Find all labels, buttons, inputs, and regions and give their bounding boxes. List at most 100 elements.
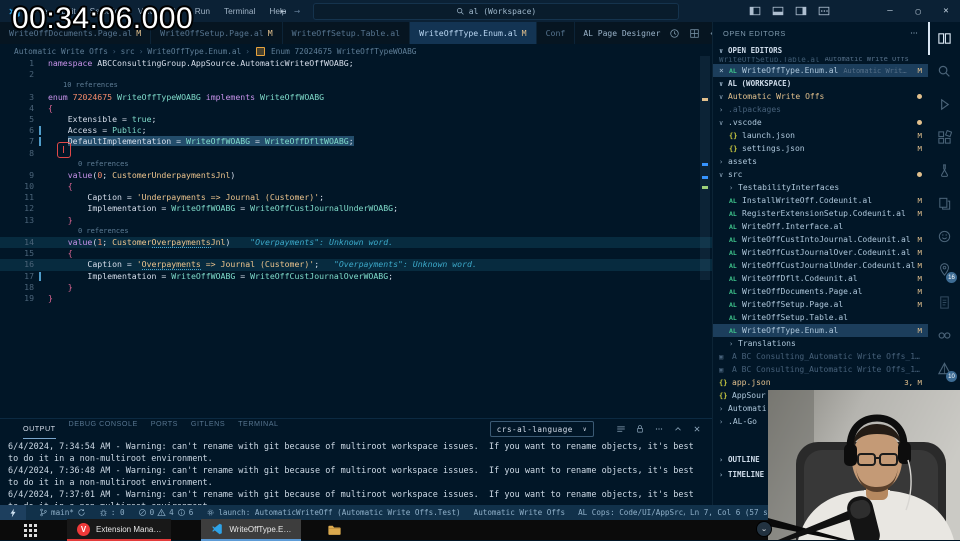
tab-Conf[interactable]: Conf: [536, 22, 576, 44]
account-extension-icon[interactable]: [928, 220, 960, 253]
tree-item-translations[interactable]: › Translations: [713, 337, 929, 350]
tree-item--alpackages[interactable]: › .alpackages: [713, 103, 929, 116]
breadcrumb-file[interactable]: WriteOffType.Enum.al: [147, 47, 241, 56]
al-page-designer-button[interactable]: AL Page Designer: [583, 29, 660, 38]
tab-WriteOffSetup.Table.al[interactable]: WriteOffSetup.Table.al: [282, 22, 411, 44]
tree-item-writeoff-interface-al[interactable]: AL WriteOff.Interface.al: [713, 220, 929, 233]
code-line[interactable]: 8: [0, 148, 712, 159]
panel-tab-ports[interactable]: PORTS: [151, 419, 178, 439]
tree-item-src[interactable]: ∨ src: [713, 168, 929, 181]
code-line[interactable]: 7 DefaultImplementation = WriteOffWOABG …: [0, 136, 712, 147]
code-line[interactable]: 9 value(0; CustomerUnderpaymentsJnl): [0, 170, 712, 181]
menu-terminal[interactable]: Terminal: [217, 0, 262, 22]
toggle-secondary-sidebar-icon[interactable]: [795, 5, 807, 17]
tree-item-installwriteoff-codeunit-al[interactable]: AL InstallWriteOff.Codeunit.al M: [713, 194, 929, 207]
minimize-button[interactable]: —: [876, 6, 904, 16]
tree-item-writeoffsetup-page-al[interactable]: AL WriteOffSetup.Page.al M: [713, 298, 929, 311]
code-line[interactable]: 15 {: [0, 248, 712, 259]
back-button[interactable]: ←: [280, 6, 286, 17]
tree-section-al-workspace-[interactable]: ∨ AL (WORKSPACE): [713, 77, 929, 90]
breadcrumb[interactable]: Automatic Write Offs › src › WriteOffType.…: [0, 44, 726, 58]
code-line[interactable]: 16 Caption = 'Overpayments => Journal (C…: [0, 259, 712, 271]
panel-tab-debug-console[interactable]: DEBUG CONSOLE: [69, 419, 138, 439]
tab-WriteOffType.Enum.al[interactable]: WriteOffType.Enum.al M: [410, 22, 537, 44]
history-icon[interactable]: [669, 28, 680, 39]
panel-more-icon[interactable]: [654, 424, 664, 434]
tree-item--vscode[interactable]: ∨ .vscode: [713, 116, 929, 129]
al-object-icon[interactable]: 16: [928, 253, 960, 286]
close-panel-icon[interactable]: [692, 424, 702, 434]
git-branch-item[interactable]: main*: [39, 508, 86, 517]
tree-item-app-json[interactable]: {} app.json 3, M: [713, 376, 929, 389]
open-output-in-editor-icon[interactable]: [616, 424, 626, 434]
rdlc-icon[interactable]: [928, 286, 960, 319]
restore-button[interactable]: ▢: [904, 7, 932, 16]
tree-item-writeoffcustintojournal-codeunit-al[interactable]: AL WriteOffCustIntoJournal.Codeunit.al M: [713, 233, 929, 246]
tree-item-a-bc-consulting-automatic-write-offs-1-0-[interactable]: ▣ A BC Consulting_Automatic Write Offs_1.…: [713, 363, 929, 376]
test-explorer-icon[interactable]: [928, 154, 960, 187]
code-line[interactable]: 2: [0, 69, 712, 80]
close-editor-icon[interactable]: ×: [719, 66, 729, 75]
problems-item[interactable]: 0 4 6: [138, 508, 193, 517]
breadcrumb-symbol[interactable]: Enum 72024675 WriteOffTypeWOABG: [271, 47, 417, 56]
code-line[interactable]: 0 references: [0, 159, 712, 170]
file-explorer-icon[interactable]: [327, 523, 342, 537]
pipelines-icon[interactable]: [928, 319, 960, 352]
tree-item-writeofftype-enum-al[interactable]: AL WriteOffType.Enum.al M: [713, 324, 929, 337]
close-button[interactable]: ✕: [932, 6, 960, 16]
code-line[interactable]: 0 references: [0, 226, 712, 237]
maximize-panel-icon[interactable]: [673, 424, 683, 434]
tree-item-writeoffcustjournalunder-codeunit-al[interactable]: AL WriteOffCustJournalUnder.Codeunit.al M: [713, 259, 929, 272]
codelens-references[interactable]: 0 references: [48, 226, 129, 237]
tree-item-launch-json[interactable]: {} launch.json M: [713, 129, 929, 142]
tree-item-settings-json[interactable]: {} settings.json M: [713, 142, 929, 155]
editor-scrollbar[interactable]: [700, 56, 710, 280]
sidebar-more-icon[interactable]: [909, 28, 919, 38]
code-editor[interactable]: 1 namespace ABCConsultingGroup.AppSource.…: [0, 58, 712, 418]
breadcrumb-folder[interactable]: Automatic Write Offs: [14, 47, 108, 56]
code-line[interactable]: 3 enum 72024675 WriteOffTypeWOABG impleme…: [0, 92, 712, 103]
code-line[interactable]: 6 Access = Public;: [0, 125, 712, 136]
lock-autoscroll-icon[interactable]: [635, 424, 645, 434]
taskbar-vscode-button[interactable]: WriteOffType.E…: [201, 519, 302, 541]
tree-section-open-editors[interactable]: ∨ OPEN EDITORS: [713, 44, 929, 57]
toggle-sidebar-icon[interactable]: [749, 5, 761, 17]
forward-button[interactable]: →: [294, 6, 300, 17]
codelens-references[interactable]: 0 references: [48, 159, 129, 170]
tree-item-writeoffdocuments-page-al[interactable]: AL WriteOffDocuments.Page.al M: [713, 285, 929, 298]
output-channel-select[interactable]: crs-al-language ∨: [489, 421, 594, 437]
tree-item-registerextensionsetup-codeunit-al[interactable]: AL RegisterExtensionSetup.Codeunit.al M: [713, 207, 929, 220]
command-search-input[interactable]: al (Workspace): [313, 3, 679, 20]
start-menu-icon[interactable]: [24, 523, 27, 527]
tree-item-testabilityinterfaces[interactable]: › TestabilityInterfaces: [713, 181, 929, 194]
tree-item-writeoffsetup-table-al[interactable]: WriteOffSetup.Table.al Automatic Write Of…: [713, 57, 929, 64]
code-line[interactable]: 10 {: [0, 181, 712, 192]
search-icon[interactable]: [928, 55, 960, 88]
extensions-icon[interactable]: [928, 121, 960, 154]
code-line[interactable]: 14 value(1; CustomerOverpaymentsJnl) "Ov…: [0, 237, 712, 249]
customize-layout-icon[interactable]: [818, 5, 830, 17]
tree-item-writeoffdflt-codeunit-al[interactable]: AL WriteOffDflt.Codeunit.al M: [713, 272, 929, 285]
breadcrumb-folder[interactable]: src: [121, 47, 135, 56]
panel-tab-output[interactable]: OUTPUT: [23, 419, 56, 439]
panel-tab-gitlens[interactable]: GITLENS: [191, 419, 225, 439]
remote-explorer-icon[interactable]: [928, 187, 960, 220]
al-test-runner-icon[interactable]: 10: [928, 352, 960, 385]
code-line[interactable]: 11 Caption = 'Underpayments => Journal (…: [0, 192, 712, 203]
taskbar-vivaldi-button[interactable]: V Extension Mana…: [67, 519, 172, 541]
tree-item-writeoffsetup-table-al[interactable]: AL WriteOffSetup.Table.al: [713, 311, 929, 324]
run-debug-icon[interactable]: [928, 88, 960, 121]
code-line[interactable]: 4{: [0, 103, 712, 114]
code-line[interactable]: 19}: [0, 293, 712, 304]
launch-config-item[interactable]: launch: AutomaticWriteOff (Automatic Wri…: [206, 508, 461, 517]
snippet-grid-icon[interactable]: [689, 28, 700, 39]
code-line[interactable]: 17 Implementation = WriteOffWOABG = Writ…: [0, 271, 712, 282]
code-line[interactable]: 13 }: [0, 215, 712, 226]
codelens-references[interactable]: 10 references: [48, 80, 118, 91]
debug-count-item[interactable]: : 0: [99, 508, 125, 517]
code-line[interactable]: 5 Extensible = true;: [0, 114, 712, 125]
code-line[interactable]: 1 namespace ABCConsultingGroup.AppSource.…: [0, 58, 712, 69]
tree-item-a-bc-consulting-automatic-write-offs-1-0-[interactable]: ▣ A BC Consulting_Automatic Write Offs_1.…: [713, 350, 929, 363]
tray-notification-icon[interactable]: ᴗ: [756, 521, 772, 537]
toggle-panel-icon[interactable]: [772, 5, 784, 17]
